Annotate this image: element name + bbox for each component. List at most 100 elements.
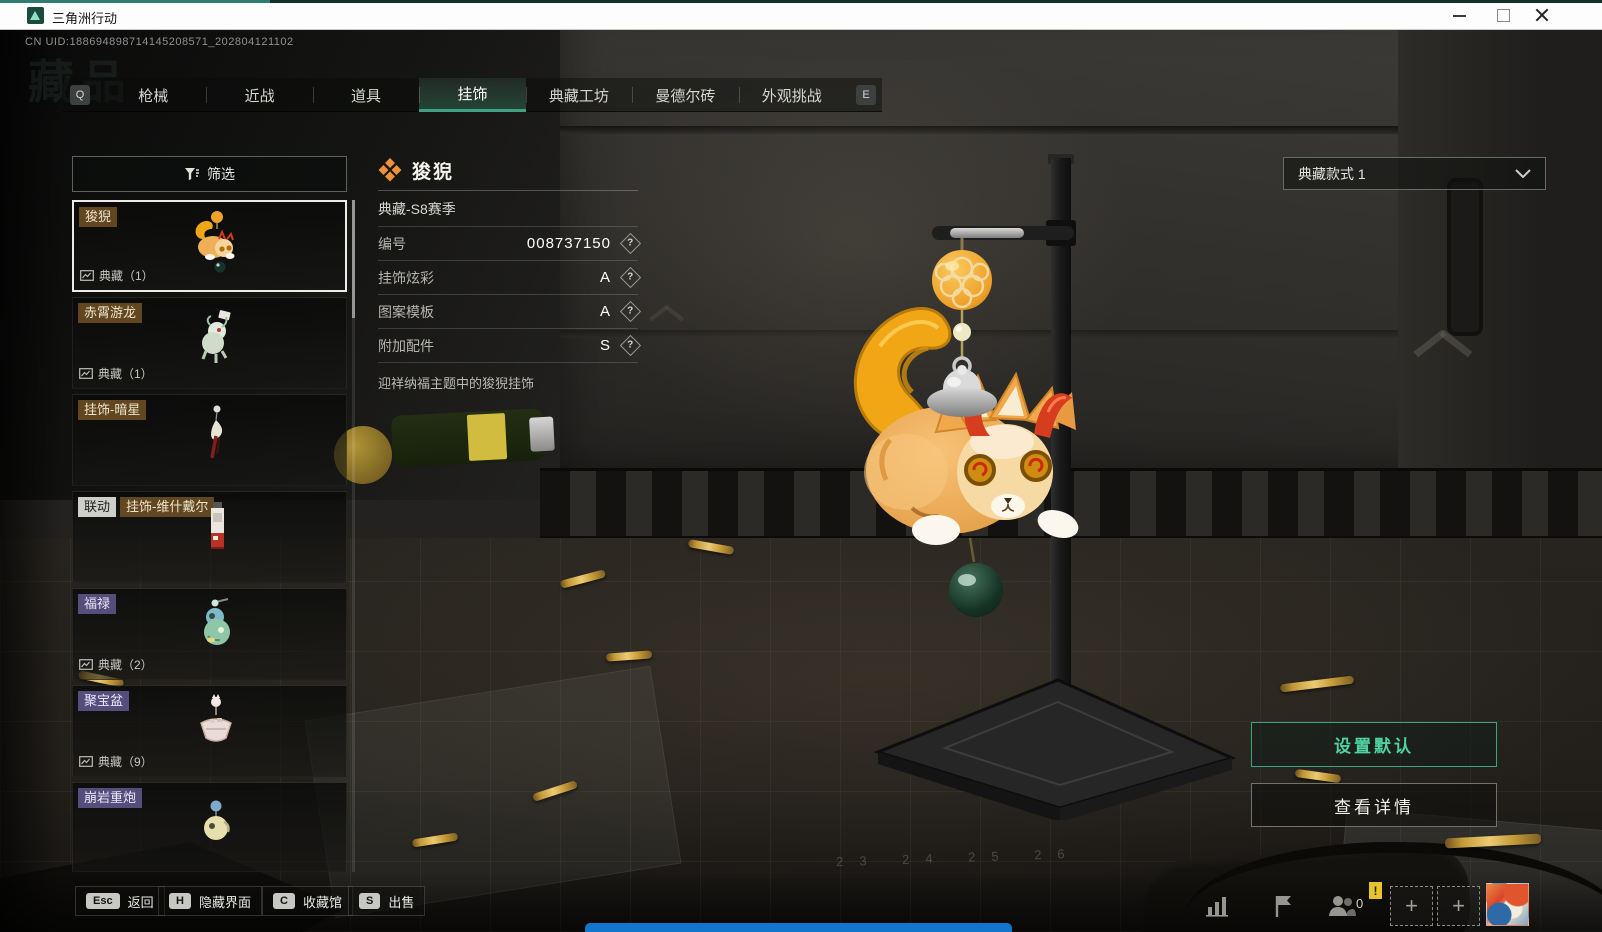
tab-list: 枪械 近战 道具 挂饰 典藏工坊 曼德尔砖 外观挑战 [100,78,845,112]
filter-funnel-icon [185,168,199,181]
tab-appearance-challenge[interactable]: 外观挑战 [738,78,845,112]
list-item-vishtel[interactable]: 联动 挂饰-维什戴尔 [72,491,347,583]
collection-chip-icon [79,756,93,767]
scrollbar-thumb[interactable] [352,200,355,318]
detail-row-accessory: 附加配件 S ? [378,329,642,363]
list-scrollbar[interactable] [352,200,355,872]
row-label: 图案模板 [378,303,434,320]
esc-keycap: Esc [86,893,120,909]
app-logo-icon [27,7,44,24]
prev-tab-key-hint[interactable]: Q [70,85,90,105]
item-thumbnail [203,800,230,840]
add-slot-button[interactable]: + [1390,886,1433,926]
hotkey-sell[interactable]: S 出售 [348,886,426,916]
crate-column [1398,30,1602,475]
maximize-button[interactable] [1483,0,1521,29]
h-keycap: H [169,893,191,909]
crate-handle [1447,178,1483,336]
hotkey-hide-ui[interactable]: H 隐藏界面 [158,886,262,916]
tab-melee[interactable]: 近战 [206,78,312,112]
row-label: 挂饰炫彩 [378,269,434,286]
bar-chart-icon [1206,897,1228,917]
bottle-prop [390,408,555,468]
crate-marking-icon [1412,328,1472,358]
item-thumbnail [209,405,222,459]
filter-label: 筛选 [207,166,235,182]
help-icon[interactable]: ? [619,266,642,289]
alert-badge[interactable]: ! [1369,882,1382,899]
item-name-tag: 福禄 [78,594,117,614]
row-value: A [599,269,611,286]
tab-charms[interactable]: 挂饰 [419,78,526,112]
item-thumbnail [201,310,231,363]
set-default-button[interactable]: 设置默认 [1251,722,1497,767]
title-bar: 三角洲行动 [0,0,1602,30]
charm-preview [853,154,1237,820]
collection-chip-icon [79,659,93,670]
item-badge: 典藏（2） [98,658,153,672]
minimize-button[interactable] [1440,0,1478,29]
list-item-fulu[interactable]: 福禄 典藏（2） [72,588,347,680]
style-dropdown[interactable]: 典藏款式 1 [1283,157,1546,190]
item-title: 狻猊 [412,161,455,183]
item-name-tag: 崩岩重炮 [78,788,143,808]
app-window: 三角洲行动 23 24 25 26 CN UID:188694898714145… [0,0,1602,932]
item-name-tag: 挂饰-暗星 [78,400,147,420]
list-item-jubaopen[interactable]: 聚宝盆 典藏（9） [72,685,347,777]
filter-button[interactable]: 筛选 [72,156,347,192]
game-viewport: 23 24 25 26 CN UID:188694898714145208571… [0,30,1602,932]
season-label: 典藏-S8赛季 [378,191,638,227]
item-badge: 典藏（1） [99,269,154,283]
item-name-tag: 赤霄游龙 [78,303,143,323]
tab-collection-workshop[interactable]: 典藏工坊 [525,78,632,112]
help-icon[interactable]: ? [619,300,642,323]
hotkey-back[interactable]: Esc 返回 [75,886,165,916]
style-dropdown-value: 典藏款式 1 [1298,165,1366,182]
taskbar-peek-bar[interactable] [585,923,1012,932]
list-item-suanni[interactable]: 狻猊 典藏（1） [72,200,347,292]
c-keycap: C [273,893,295,909]
help-icon[interactable]: ? [619,334,642,357]
friends-count: 0 [1356,896,1364,911]
next-tab-key-hint[interactable]: E [856,85,876,105]
chevron-down-icon [1515,169,1531,178]
row-label: 编号 [378,235,406,252]
title-bar-accent [0,0,1602,3]
report-button[interactable] [1264,888,1304,924]
item-thumbnail [203,598,230,645]
tab-mandel-brick[interactable]: 曼德尔砖 [632,78,738,112]
people-icon [1329,896,1356,916]
detail-row-colorway: 挂饰炫彩 A ? [378,261,642,295]
detail-row-serial: 编号 008737150 ? [378,227,642,261]
item-linkage-tag: 联动 [78,497,117,517]
item-thumbnail [210,502,224,549]
tab-items[interactable]: 道具 [312,78,419,112]
item-thumbnail [199,694,232,742]
collection-gem-icon [378,158,402,182]
player-avatar[interactable] [1486,883,1529,926]
collection-chip-icon [80,270,94,281]
list-item-dark-star[interactable]: 挂饰-暗星 [72,394,347,486]
list-item-bengyan[interactable]: 崩岩重炮 [72,782,347,872]
stats-button[interactable] [1198,888,1238,924]
collection-chip-icon [79,368,93,379]
list-item-chixiao-dragon[interactable]: 赤霄游龙 典藏（1） [72,297,347,389]
item-description: 迎祥纳福主题中的狻猊挂饰 [378,376,535,391]
row-label: 附加配件 [378,337,434,354]
row-value: 008737150 [526,235,611,252]
flag-icon [1275,896,1291,917]
detail-panel: 狻猊 典藏-S8赛季 编号 008737150 ? 挂饰炫彩 A ? 图案模板 … [378,150,642,392]
row-value: A [599,303,611,320]
close-button[interactable] [1522,0,1560,29]
help-icon[interactable]: ? [619,232,642,255]
view-details-button[interactable]: 查看详情 [1251,783,1497,827]
left-shade [0,30,62,932]
item-thumbnail [195,211,234,273]
item-badge: 典藏（9） [98,755,153,769]
s-keycap: S [359,893,381,909]
add-slot-button[interactable]: + [1437,886,1480,926]
crate-marking-icon [648,304,684,322]
item-name-tag: 聚宝盆 [78,691,130,711]
hotkey-collection-hall[interactable]: C 收藏馆 [262,886,353,916]
tab-guns[interactable]: 枪械 [100,78,206,112]
